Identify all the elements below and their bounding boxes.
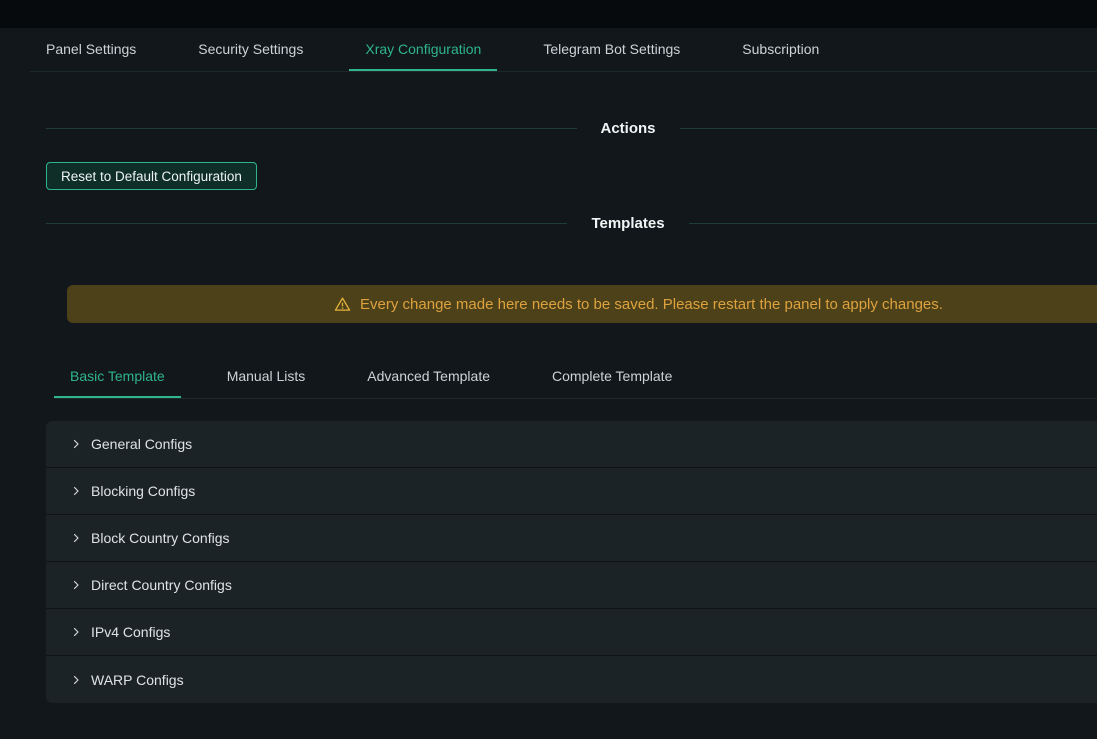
chevron-right-icon [70, 626, 82, 638]
collapse-label: Blocking Configs [91, 483, 195, 499]
actions-divider-title: Actions [577, 120, 680, 137]
collapse-label: Block Country Configs [91, 530, 230, 546]
divider-line [689, 223, 1097, 224]
collapse-direct-country-configs[interactable]: Direct Country Configs [46, 562, 1097, 609]
settings-tab-bar: Panel Settings Security Settings Xray Co… [30, 28, 1097, 72]
collapse-ipv4-configs[interactable]: IPv4 Configs [46, 609, 1097, 656]
restart-warning-text: Every change made here needs to be saved… [360, 296, 943, 313]
tab-xray-configuration[interactable]: Xray Configuration [349, 28, 497, 71]
template-tab-bar: Basic Template Manual Lists Advanced Tem… [54, 355, 1097, 399]
collapse-warp-configs[interactable]: WARP Configs [46, 656, 1097, 703]
window-top-strip [0, 0, 1097, 28]
templates-divider: Templates [46, 212, 1097, 234]
template-collapse-list: General Configs Blocking Configs Block C… [46, 421, 1097, 703]
collapse-label: IPv4 Configs [91, 624, 170, 640]
tab-security-settings[interactable]: Security Settings [182, 28, 319, 71]
collapse-block-country-configs[interactable]: Block Country Configs [46, 515, 1097, 562]
tab-manual-lists[interactable]: Manual Lists [211, 355, 322, 398]
reset-to-default-button[interactable]: Reset to Default Configuration [46, 162, 257, 190]
tab-complete-template[interactable]: Complete Template [536, 355, 688, 398]
tab-panel-settings[interactable]: Panel Settings [30, 28, 152, 71]
tab-telegram-bot-settings[interactable]: Telegram Bot Settings [527, 28, 696, 71]
collapse-label: Direct Country Configs [91, 577, 232, 593]
warning-triangle-icon [334, 296, 351, 313]
chevron-right-icon [70, 674, 82, 686]
collapse-label: WARP Configs [91, 672, 184, 688]
collapse-blocking-configs[interactable]: Blocking Configs [46, 468, 1097, 515]
collapse-label: General Configs [91, 436, 192, 452]
chevron-right-icon [70, 438, 82, 450]
chevron-right-icon [70, 485, 82, 497]
restart-warning-alert: Every change made here needs to be saved… [67, 285, 1097, 323]
settings-page: Panel Settings Security Settings Xray Co… [46, 28, 1097, 703]
chevron-right-icon [70, 579, 82, 591]
actions-divider: Actions [46, 117, 1097, 139]
divider-line [680, 128, 1097, 129]
tab-advanced-template[interactable]: Advanced Template [351, 355, 506, 398]
divider-line [46, 223, 567, 224]
tab-subscription[interactable]: Subscription [726, 28, 835, 71]
templates-divider-title: Templates [567, 215, 688, 232]
chevron-right-icon [70, 532, 82, 544]
tab-basic-template[interactable]: Basic Template [54, 355, 181, 398]
collapse-general-configs[interactable]: General Configs [46, 421, 1097, 468]
divider-line [46, 128, 577, 129]
